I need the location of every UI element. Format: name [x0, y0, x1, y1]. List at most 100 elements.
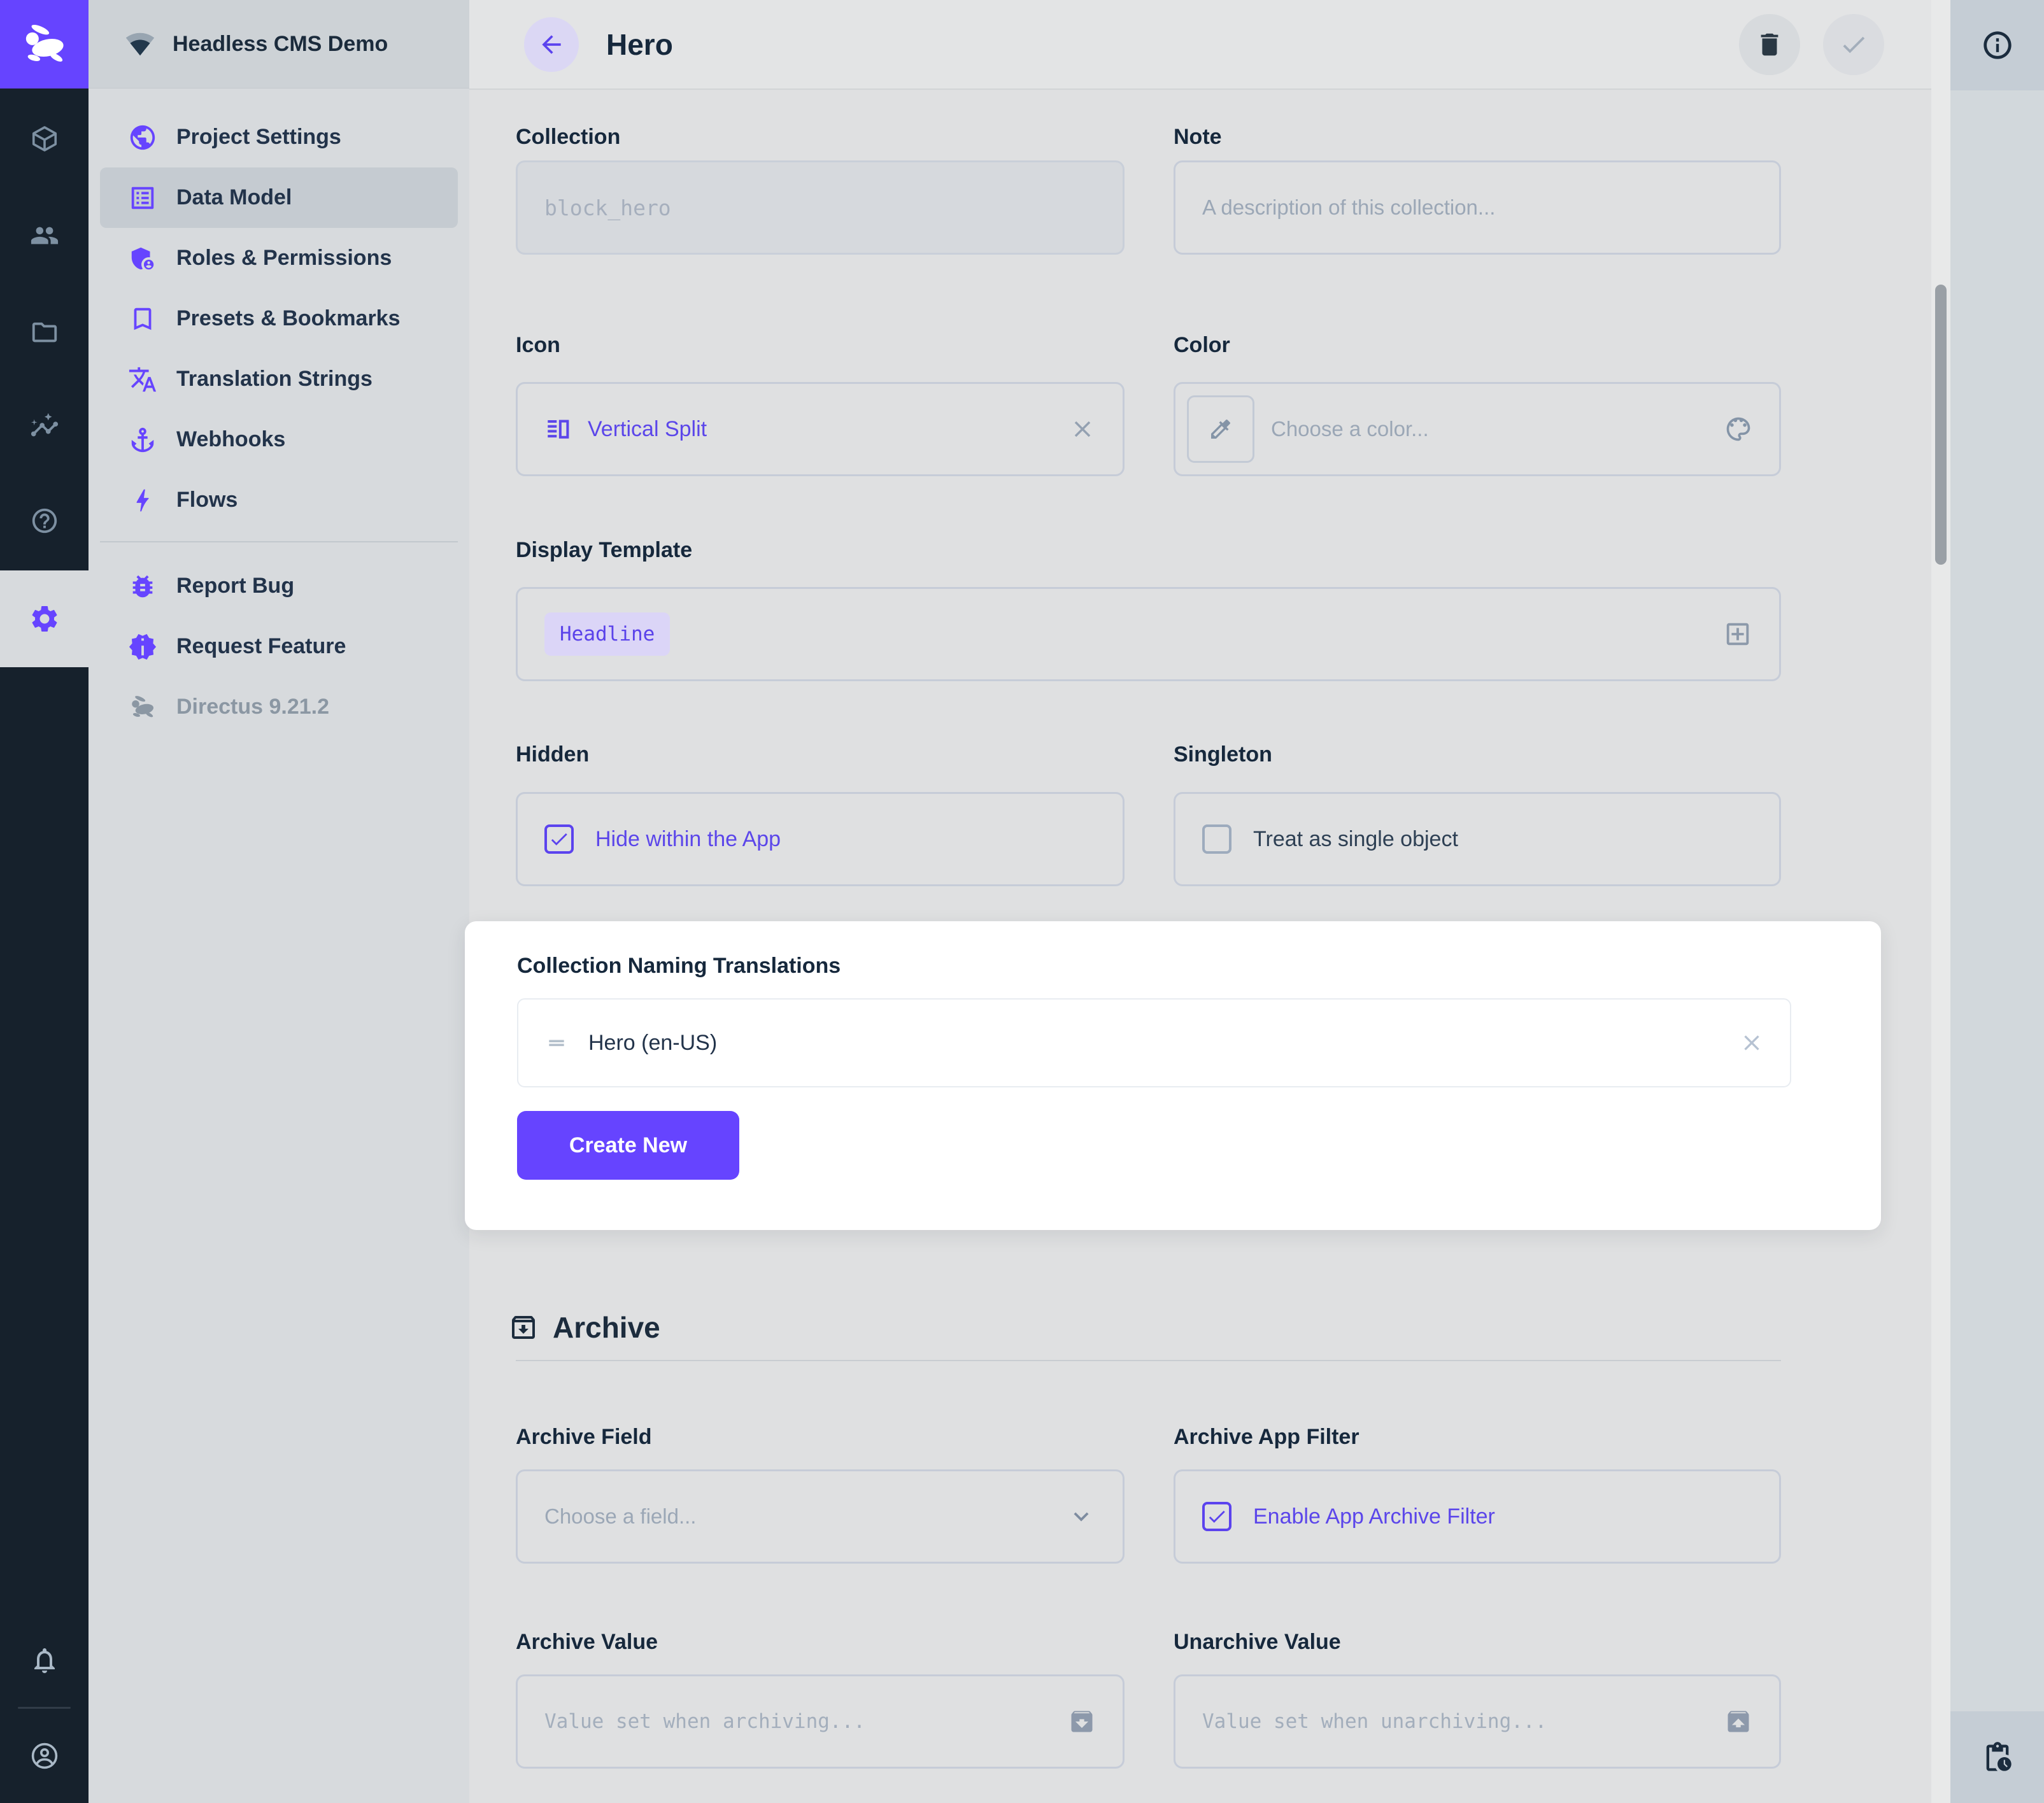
add-field-icon[interactable] — [1723, 619, 1752, 649]
eyedropper-swatch-button[interactable] — [1187, 395, 1254, 463]
sidebar-item-webhooks[interactable]: Webhooks — [89, 409, 469, 470]
directus-logo-button[interactable] — [0, 0, 89, 88]
sidebar-item-report-bug[interactable]: Report Bug — [89, 556, 469, 616]
users-icon — [30, 221, 59, 250]
check-icon — [1839, 30, 1868, 59]
drag-handle-icon[interactable] — [544, 1030, 569, 1056]
close-icon[interactable] — [1069, 416, 1096, 442]
scrollbar-thumb[interactable] — [1935, 285, 1947, 565]
chevron-down-icon — [1067, 1502, 1096, 1531]
display-template-label: Display Template — [516, 538, 692, 563]
palette-icon — [1724, 415, 1752, 443]
eyedropper-icon — [1208, 416, 1233, 442]
archive-app-filter-checkbox-label[interactable]: Enable App Archive Filter — [1253, 1504, 1495, 1529]
module-users-button[interactable] — [0, 201, 89, 271]
sidebar-item-label: Project Settings — [176, 125, 341, 150]
delete-collection-button[interactable] — [1739, 14, 1800, 75]
sidebar-item-flows[interactable]: Flows — [89, 470, 469, 530]
sidebar-item-request-feature[interactable]: Request Feature — [89, 616, 469, 677]
notifications-button[interactable] — [0, 1625, 89, 1695]
module-help-button[interactable] — [0, 486, 89, 556]
sidebar-item-project-settings[interactable]: Project Settings — [89, 107, 469, 167]
sidebar-info-button[interactable] — [1950, 0, 2044, 90]
collection-input: block_hero — [516, 160, 1125, 255]
translation-list-item[interactable]: Hero (en-US) — [517, 998, 1791, 1087]
archive-field-select[interactable]: Choose a field... — [516, 1469, 1125, 1564]
sidebar-item-translation-strings[interactable]: Translation Strings — [89, 349, 469, 409]
close-icon[interactable] — [1739, 1030, 1764, 1056]
hidden-checkbox-label[interactable]: Hide within the App — [595, 827, 781, 852]
create-new-button[interactable]: Create New — [517, 1111, 739, 1180]
trash-icon — [1755, 30, 1784, 59]
revisions-clipboard-icon — [1981, 1741, 2014, 1774]
hidden-checkbox[interactable] — [544, 824, 574, 854]
content-cube-icon — [30, 124, 59, 153]
page-title: Hero — [606, 0, 673, 88]
archive-field-label: Archive Field — [516, 1425, 652, 1450]
directus-rabbit-icon — [128, 693, 157, 722]
archive-value-placeholder: Value set when archiving... — [544, 1710, 865, 1733]
arrow-back-icon — [537, 31, 565, 59]
singleton-label: Singleton — [1174, 742, 1272, 767]
bookmark-icon — [128, 304, 157, 334]
settings-gear-icon — [29, 603, 60, 635]
module-files-button[interactable] — [0, 297, 89, 367]
display-template-input[interactable]: Headline — [516, 587, 1781, 681]
sidebar-item-label: Webhooks — [176, 427, 285, 452]
feature-burst-icon — [128, 632, 157, 661]
user-avatar-icon — [29, 1741, 60, 1771]
unarchive-value-input[interactable]: Value set when unarchiving... — [1174, 1674, 1781, 1769]
data-model-icon — [128, 183, 157, 213]
module-content-button[interactable] — [0, 104, 89, 174]
hidden-label: Hidden — [516, 742, 589, 767]
sidebar-item-label: Data Model — [176, 185, 292, 210]
color-input[interactable]: Choose a color... — [1174, 382, 1781, 476]
archive-divider — [516, 1360, 1781, 1361]
archive-icon — [508, 1312, 539, 1343]
shield-user-icon — [128, 244, 157, 273]
icon-input[interactable]: Vertical Split — [516, 382, 1125, 476]
user-menu-button[interactable] — [0, 1721, 89, 1791]
sidebar-divider — [100, 541, 458, 542]
singleton-checkbox-label[interactable]: Treat as single object — [1253, 827, 1458, 852]
translation-item-label: Hero (en-US) — [588, 1031, 717, 1056]
directus-app: Headless CMS Demo Project Settings Data … — [0, 0, 2044, 1803]
bug-icon — [128, 572, 157, 601]
sidebar-item-roles-permissions[interactable]: Roles & Permissions — [89, 228, 469, 288]
unarchive-value-placeholder: Value set when unarchiving... — [1202, 1710, 1547, 1733]
archive-value-input[interactable]: Value set when archiving... — [516, 1674, 1125, 1769]
icon-label: Icon — [516, 333, 560, 358]
module-settings-button[interactable] — [0, 570, 89, 667]
note-input[interactable]: A description of this collection... — [1174, 160, 1781, 255]
note-label: Note — [1174, 125, 1222, 150]
save-button[interactable] — [1823, 14, 1884, 75]
sidebar-item-label: Presets & Bookmarks — [176, 306, 401, 331]
help-icon — [30, 506, 59, 535]
singleton-field: Treat as single object — [1174, 792, 1781, 886]
scrollbar-track[interactable] — [1931, 0, 1950, 1803]
hidden-field: Hide within the App — [516, 792, 1125, 886]
unarchive-up-icon — [1724, 1708, 1752, 1736]
archive-field-placeholder: Choose a field... — [544, 1504, 696, 1529]
sidebar-item-presets-bookmarks[interactable]: Presets & Bookmarks — [89, 288, 469, 349]
sidebar-revisions-button[interactable] — [1950, 1711, 2044, 1803]
archive-app-filter-checkbox[interactable] — [1202, 1502, 1231, 1531]
sidebar-item-label: Roles & Permissions — [176, 246, 392, 271]
sidebar-item-label: Request Feature — [176, 634, 346, 659]
project-header[interactable]: Headless CMS Demo — [89, 0, 469, 88]
back-button[interactable] — [524, 17, 579, 72]
sidebar-item-label: Report Bug — [176, 574, 294, 598]
create-new-label: Create New — [569, 1133, 687, 1158]
archive-app-filter-label: Archive App Filter — [1174, 1425, 1359, 1450]
module-insights-button[interactable] — [0, 392, 89, 462]
template-field-chip[interactable]: Headline — [544, 612, 670, 656]
color-label: Color — [1174, 333, 1230, 358]
translate-icon — [128, 365, 157, 394]
insights-icon — [30, 412, 59, 441]
signal-strength-icon — [125, 29, 155, 59]
sidebar-item-data-model[interactable]: Data Model — [100, 167, 458, 228]
sidebar-item-label: Translation Strings — [176, 367, 373, 392]
singleton-checkbox[interactable] — [1202, 824, 1231, 854]
archive-value-label: Archive Value — [516, 1630, 658, 1655]
collection-label: Collection — [516, 125, 620, 150]
